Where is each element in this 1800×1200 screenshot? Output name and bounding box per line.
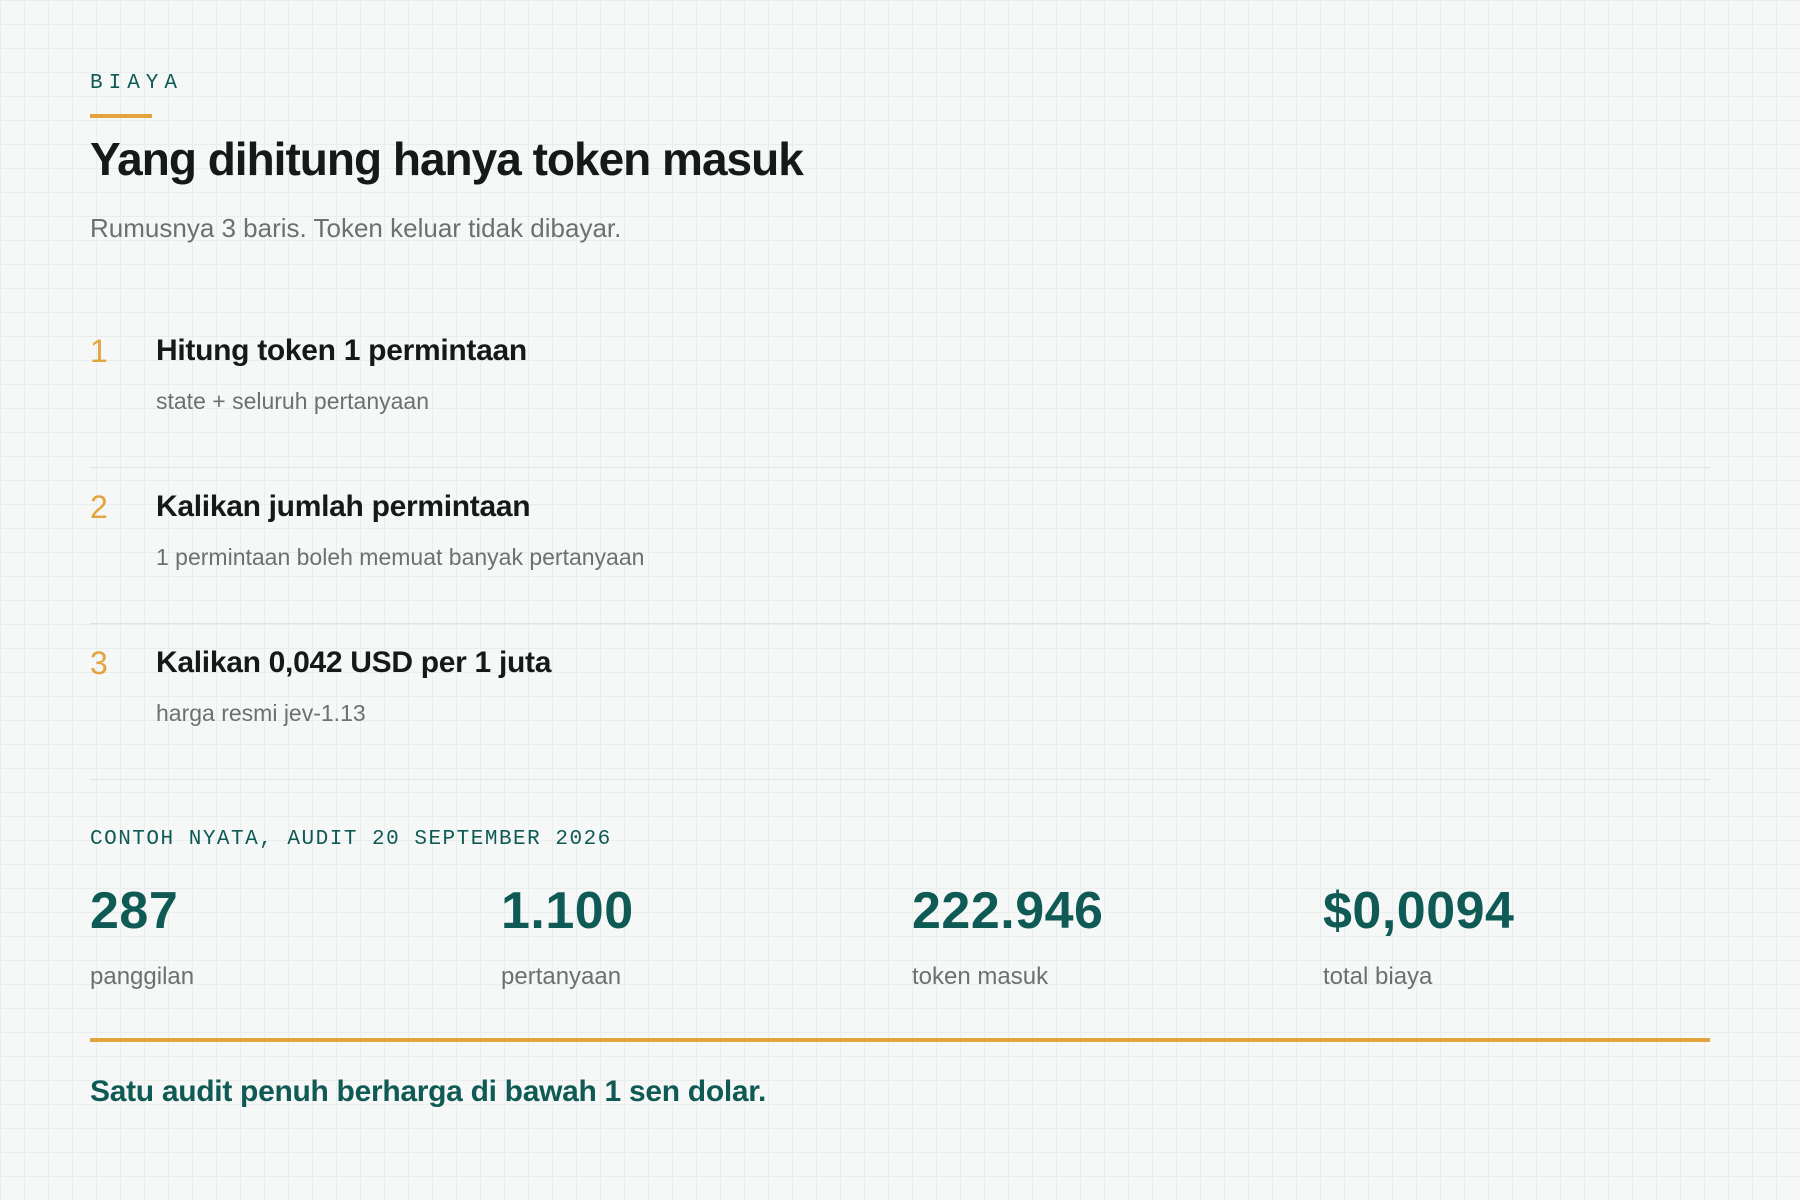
conclusion-text: Satu audit penuh berharga di bawah 1 sen…	[90, 1075, 767, 1108]
page-title: Yang dihitung hanya token masuk	[90, 133, 804, 185]
stat-label: pertanyaan	[501, 963, 622, 990]
step-title: Hitung token 1 permintaan	[156, 334, 527, 367]
stat-questions: 1.100 pertanyaan	[501, 885, 901, 991]
stat-label: panggilan	[90, 963, 195, 990]
accent-divider	[90, 1038, 1710, 1042]
step-description: harga resmi jev-1.13	[156, 700, 366, 726]
step-title: Kalikan 0,042 USD per 1 juta	[156, 646, 552, 679]
stat-value: 287	[90, 882, 179, 940]
eyebrow-underline	[90, 114, 152, 118]
step-item: 3 Kalikan 0,042 USD per 1 juta harga res…	[90, 624, 1710, 780]
stat-total-cost: $0,0094 total biaya	[1323, 885, 1723, 991]
step-description: 1 permintaan boleh memuat banyak pertany…	[156, 544, 645, 570]
stat-label: token masuk	[912, 963, 1049, 990]
step-item: 2 Kalikan jumlah permintaan 1 permintaan…	[90, 468, 1710, 624]
stat-label: total biaya	[1323, 963, 1433, 990]
stat-input-tokens: 222.946 token masuk	[912, 885, 1312, 991]
page-subtitle: Rumusnya 3 baris. Token keluar tidak dib…	[90, 213, 622, 243]
step-title: Kalikan jumlah permintaan	[156, 490, 531, 523]
step-number: 1	[90, 333, 108, 369]
stat-value: 222.946	[912, 882, 1104, 940]
step-description: state + seluruh pertanyaan	[156, 388, 429, 414]
example-label: CONTOH NYATA, AUDIT 20 SEPTEMBER 2026	[90, 828, 612, 851]
example-stats: 287 panggilan 1.100 pertanyaan 222.946 t…	[90, 885, 1710, 995]
step-item: 1 Hitung token 1 permintaan state + selu…	[90, 312, 1710, 468]
stat-value: 1.100	[501, 882, 634, 940]
section-eyebrow: BIAYA	[90, 72, 184, 95]
step-number: 2	[90, 489, 108, 525]
stat-calls: 287 panggilan	[90, 885, 490, 991]
step-number: 3	[90, 645, 108, 681]
stat-value: $0,0094	[1323, 882, 1515, 940]
cost-slide: BIAYA Yang dihitung hanya token masuk Ru…	[90, 0, 1710, 1200]
formula-steps: 1 Hitung token 1 permintaan state + selu…	[90, 312, 1710, 780]
